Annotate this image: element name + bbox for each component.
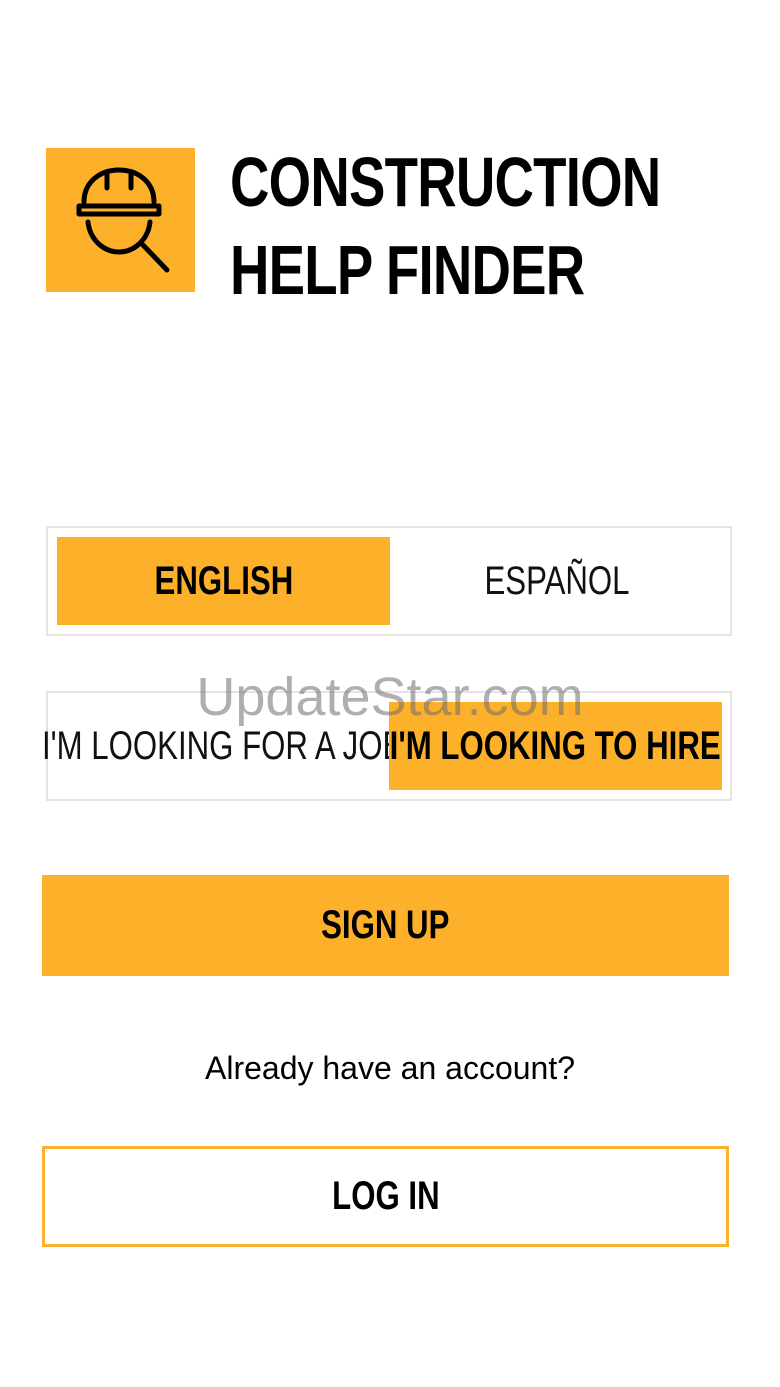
- language-toggle: ENGLISH ESPAÑOL: [46, 526, 732, 636]
- log-in-label: LOG IN: [331, 1174, 440, 1218]
- app-title-line2: HELP FINDER: [230, 231, 585, 309]
- role-toggle: I'M LOOKING FOR A JOB I'M LOOKING TO HIR…: [42, 691, 732, 801]
- language-option-english[interactable]: ENGLISH: [57, 537, 390, 625]
- language-option-spanish-label: ESPAÑOL: [483, 558, 630, 603]
- role-option-employer-label: I'M LOOKING TO HIRE: [390, 723, 721, 768]
- language-option-english-label: ENGLISH: [154, 558, 293, 603]
- account-prompt: Already have an account?: [204, 1050, 576, 1086]
- log-in-button[interactable]: LOG IN: [42, 1146, 729, 1247]
- language-option-spanish[interactable]: ESPAÑOL: [390, 537, 723, 625]
- hardhat-search-icon: [76, 167, 170, 273]
- role-option-job-seeker-label: I'M LOOKING FOR A JOB: [41, 723, 404, 768]
- sign-up-button[interactable]: SIGN UP: [42, 875, 729, 976]
- role-option-job-seeker[interactable]: I'M LOOKING FOR A JOB: [42, 702, 403, 790]
- app-title-line1: CONSTRUCTION: [230, 143, 661, 221]
- role-option-employer[interactable]: I'M LOOKING TO HIRE: [389, 702, 722, 790]
- sign-up-label: SIGN UP: [321, 903, 450, 947]
- app-logo: [46, 148, 195, 292]
- app-title: CONSTRUCTION HELP FINDER: [230, 138, 750, 314]
